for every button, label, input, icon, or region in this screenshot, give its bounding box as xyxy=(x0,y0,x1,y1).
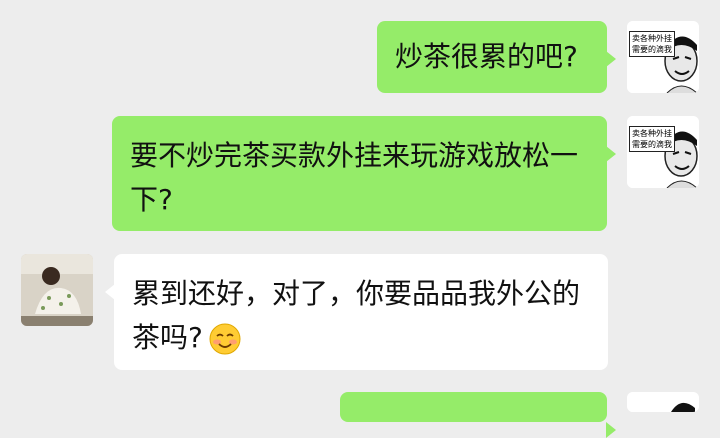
avatar[interactable] xyxy=(21,254,93,326)
message-bubble[interactable]: 炒茶很累的吧? xyxy=(377,21,616,93)
message-text: 要不炒完茶买款外挂来玩游戏放松一下? xyxy=(130,139,579,216)
message-text: 累到还好，对了，你要品品我外公的茶吗? xyxy=(132,277,581,354)
message-bubble[interactable]: 累到还好，对了，你要品品我外公的茶吗? xyxy=(105,254,608,370)
avatar-partial[interactable] xyxy=(627,392,699,412)
meme-caption: 卖各种外挂 需要的滴我 xyxy=(629,31,675,57)
person-photo-icon xyxy=(21,254,93,326)
message-text: 炒茶很累的吧? xyxy=(395,40,578,73)
avatar[interactable]: 卖各种外挂 需要的滴我 xyxy=(627,21,699,93)
meme-face-icon xyxy=(627,392,699,412)
blush-emoji-icon xyxy=(209,323,241,355)
avatar[interactable]: 卖各种外挂 需要的滴我 xyxy=(627,116,699,188)
message-bubble[interactable]: 要不炒完茶买款外挂来玩游戏放松一下? xyxy=(112,116,616,231)
meme-caption: 卖各种外挂 需要的滴我 xyxy=(629,126,675,152)
message-bubble-partial[interactable] xyxy=(340,392,616,438)
